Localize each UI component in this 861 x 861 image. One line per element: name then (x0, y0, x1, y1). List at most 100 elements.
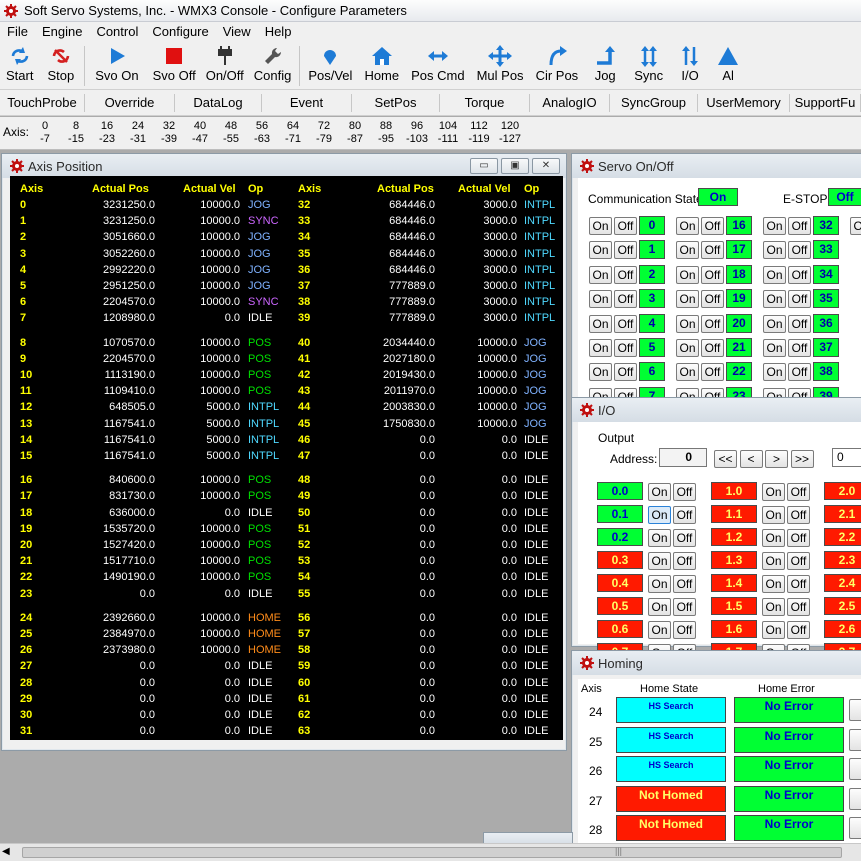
axis-range-start[interactable]: 80 (340, 120, 370, 133)
axis-range-start[interactable]: 104 (433, 120, 463, 133)
axis-range-start[interactable]: 88 (371, 120, 401, 133)
toolbar-start-button[interactable]: Start (0, 41, 39, 90)
servo-off-button[interactable]: Off (788, 217, 811, 235)
output-off-button[interactable]: Off (787, 529, 810, 547)
servo-on-button[interactable]: On (589, 363, 612, 382)
toolbar-on-off-button[interactable]: On/Off (202, 41, 248, 90)
output-off-button[interactable]: Off (787, 483, 810, 501)
output-on-button[interactable]: On (762, 621, 785, 639)
servo-off-button[interactable]: Off (614, 314, 637, 333)
servo-on-button[interactable]: On (763, 314, 786, 333)
menu-help[interactable]: Help (258, 24, 299, 39)
servo-on-button[interactable]: On (676, 314, 699, 333)
servo-on-button[interactable]: On (763, 265, 786, 284)
home-action-button[interactable] (849, 699, 861, 721)
home-action-button[interactable] (849, 787, 861, 810)
output-off-button[interactable]: Off (673, 621, 696, 639)
output-off-button[interactable]: Off (673, 575, 696, 593)
servo-off-button[interactable]: Off (614, 290, 637, 309)
axis-range-end[interactable]: -39 (154, 133, 184, 146)
prev-page-button[interactable]: < (739, 450, 763, 468)
last-page-button[interactable]: >> (790, 450, 814, 468)
menu-engine[interactable]: Engine (35, 24, 89, 39)
toolbar-jog-button[interactable]: Jog (584, 41, 626, 90)
servo-on-button[interactable]: On (850, 217, 861, 235)
next-page-button[interactable]: > (765, 450, 788, 468)
axis-range-start[interactable]: 16 (92, 120, 122, 133)
home-action-button[interactable] (849, 758, 861, 780)
servo-on-button[interactable]: On (763, 363, 786, 382)
output-on-button[interactable]: On (648, 483, 671, 501)
output-on-button[interactable]: On (762, 483, 785, 501)
io-titlebar[interactable]: I/O (572, 398, 861, 422)
toolbar-svo-off-button[interactable]: Svo Off (147, 41, 202, 90)
output-on-button[interactable]: On (648, 598, 671, 616)
toolbar-cir-pos-button[interactable]: Cir Pos (530, 41, 585, 90)
axis-range-start[interactable]: 48 (216, 120, 246, 133)
servo-off-button[interactable]: Off (701, 217, 724, 235)
axis-range-start[interactable]: 24 (123, 120, 153, 133)
menu-configure[interactable]: Configure (145, 24, 215, 39)
servo-on-button[interactable]: On (676, 339, 699, 357)
axis-range-end[interactable]: -71 (278, 133, 308, 146)
axis-range-end[interactable]: -111 (433, 133, 463, 146)
func-syncgroup-button[interactable]: SyncGroup (610, 93, 698, 112)
servo-off-button[interactable]: Off (701, 241, 724, 260)
func-event-button[interactable]: Event (262, 93, 352, 112)
func-supportfu-button[interactable]: SupportFu (790, 93, 861, 112)
home-action-button[interactable] (849, 817, 861, 839)
servo-on-button[interactable]: On (763, 217, 786, 235)
output-off-button[interactable]: Off (787, 552, 810, 570)
output-off-button[interactable]: Off (673, 552, 696, 570)
output-off-button[interactable]: Off (787, 506, 810, 524)
servo-off-button[interactable]: Off (701, 314, 724, 333)
scroll-left-arrow[interactable]: ◀ (2, 846, 10, 857)
servo-off-button[interactable]: Off (614, 363, 637, 382)
servo-off-button[interactable]: Off (788, 314, 811, 333)
homing-titlebar[interactable]: Homing (572, 651, 861, 675)
servo-off-button[interactable]: Off (788, 339, 811, 357)
func-override-button[interactable]: Override (85, 93, 175, 112)
menu-file[interactable]: File (0, 24, 35, 39)
axis-range-start[interactable]: 0 (30, 120, 60, 133)
axis-range-start[interactable]: 32 (154, 120, 184, 133)
servo-off-button[interactable]: Off (614, 241, 637, 260)
close-button[interactable]: ✕ (532, 158, 560, 174)
horizontal-scrollbar[interactable]: ◀ ||| (0, 843, 861, 861)
servo-on-button[interactable]: On (676, 363, 699, 382)
output-on-button[interactable]: On (762, 598, 785, 616)
func-torque-button[interactable]: Torque (440, 93, 530, 112)
scroll-thumb[interactable] (22, 847, 842, 858)
axis-range-end[interactable]: -63 (247, 133, 277, 146)
servo-on-button[interactable]: On (589, 339, 612, 357)
servo-on-button[interactable]: On (763, 241, 786, 260)
output-on-button[interactable]: On (648, 621, 671, 639)
output-on-button[interactable]: On (648, 529, 671, 547)
servo-off-button[interactable]: Off (788, 363, 811, 382)
servo-off-button[interactable]: Off (701, 290, 724, 309)
servo-on-button[interactable]: On (676, 241, 699, 260)
axis-range-start[interactable]: 96 (402, 120, 432, 133)
func-analogio-button[interactable]: AnalogIO (530, 93, 610, 112)
home-action-button[interactable] (849, 728, 861, 751)
servo-on-button[interactable]: On (676, 290, 699, 309)
menu-view[interactable]: View (216, 24, 258, 39)
output-on-button[interactable]: On (762, 506, 785, 524)
maximize-button[interactable]: ▣ (501, 158, 529, 174)
servo-titlebar[interactable]: Servo On/Off ▭ (572, 154, 861, 178)
toolbar-sync-button[interactable]: Sync (626, 41, 671, 90)
axis-range-start[interactable]: 8 (61, 120, 91, 133)
toolbar-config-button[interactable]: Config (248, 41, 298, 90)
toolbar-al-button[interactable]: Al (709, 41, 747, 90)
output-on-button[interactable]: On (762, 552, 785, 570)
servo-on-button[interactable]: On (676, 265, 699, 284)
output-on-button[interactable]: On (762, 529, 785, 547)
servo-on-button[interactable]: On (763, 339, 786, 357)
axis-range-start[interactable]: 112 (464, 120, 494, 133)
output-off-button[interactable]: Off (787, 621, 810, 639)
axis-range-end[interactable]: -15 (61, 133, 91, 146)
servo-on-button[interactable]: On (589, 290, 612, 309)
output-on-button[interactable]: On (648, 506, 671, 524)
func-datalog-button[interactable]: DataLog (175, 93, 262, 112)
address-field[interactable]: 0 (659, 448, 707, 467)
